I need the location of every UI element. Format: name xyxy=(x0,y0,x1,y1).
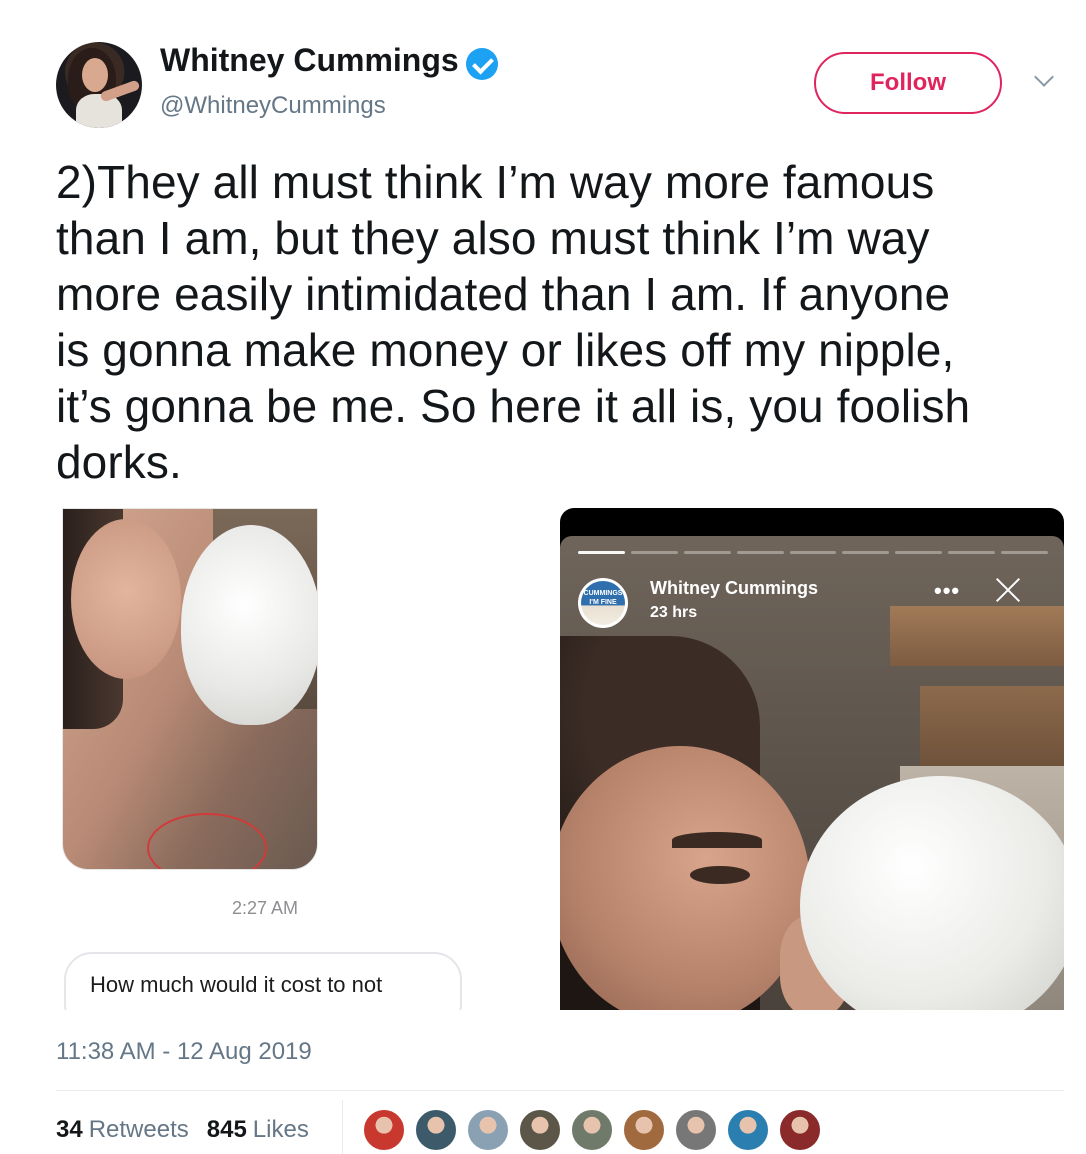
photo-white-mold xyxy=(181,525,317,725)
story-brow xyxy=(672,832,762,848)
story-eye xyxy=(690,866,750,884)
user-avatar[interactable] xyxy=(622,1108,666,1152)
author-avatar[interactable] xyxy=(56,42,142,128)
story-progress-segment xyxy=(895,551,943,554)
divider xyxy=(56,1090,1064,1091)
retweets-label[interactable]: Retweets xyxy=(89,1116,189,1144)
verified-badge-icon xyxy=(466,48,498,80)
media-left-message-screenshot[interactable]: 2:27 AM How much would it cost to not xyxy=(56,508,474,1010)
story-progress-segment xyxy=(948,551,996,554)
user-avatar[interactable] xyxy=(570,1108,614,1152)
story-progress-segment xyxy=(683,551,731,554)
user-avatar[interactable] xyxy=(414,1108,458,1152)
stats-separator xyxy=(342,1100,343,1154)
story-shelf xyxy=(890,606,1064,666)
follow-button[interactable]: Follow xyxy=(814,52,1002,114)
story-progress-segment xyxy=(630,551,678,554)
tweet-text: 2)They all must think I’m way more famou… xyxy=(56,156,971,488)
story-white-mold xyxy=(800,776,1064,1010)
tweet-header: Whitney Cummings @WhitneyCummings Follow xyxy=(0,0,1086,140)
more-options-icon[interactable]: ••• xyxy=(934,578,960,604)
user-avatar[interactable] xyxy=(466,1108,510,1152)
message-photo xyxy=(62,508,318,870)
user-avatar[interactable] xyxy=(726,1108,770,1152)
user-avatar[interactable] xyxy=(674,1108,718,1152)
santa-avatar[interactable] xyxy=(362,1108,406,1152)
red-circle-annotation xyxy=(147,813,267,869)
media-right-instagram-story[interactable]: CUMMINGS I'M FINE Whitney Cummings 23 hr… xyxy=(560,508,1064,1010)
likes-label[interactable]: Likes xyxy=(253,1116,309,1144)
story-username[interactable]: Whitney Cummings xyxy=(650,578,818,599)
user-avatar[interactable] xyxy=(518,1108,562,1152)
story-progress-segment xyxy=(736,551,784,554)
story-progress-bar xyxy=(578,551,1049,555)
story-progress-segment xyxy=(789,551,837,554)
retweets-count[interactable]: 34 xyxy=(56,1116,83,1144)
tweet-stats: 34 Retweets 845 Likes xyxy=(56,1114,327,1146)
avatar-shirt xyxy=(76,94,122,128)
story-time: 23 hrs xyxy=(650,604,698,621)
story-frame xyxy=(560,536,1064,1010)
message-timestamp: 2:27 AM xyxy=(231,898,299,918)
story-progress-segment xyxy=(1001,551,1049,554)
tweet-timestamp[interactable]: 11:38 AM - 12 Aug 2019 xyxy=(56,1038,312,1066)
story-shelf xyxy=(920,686,1064,776)
author-handle[interactable]: @WhitneyCummings xyxy=(160,92,386,120)
book-cover-icon: CUMMINGS I'M FINE xyxy=(581,581,625,625)
story-avatar[interactable]: CUMMINGS I'M FINE xyxy=(578,578,628,628)
story-progress-segment xyxy=(842,551,890,554)
story-face xyxy=(560,746,810,1010)
likes-count[interactable]: 845 xyxy=(207,1116,247,1144)
close-icon[interactable] xyxy=(994,576,1022,604)
chevron-down-icon[interactable] xyxy=(1034,70,1052,88)
avatar-face xyxy=(82,58,108,92)
story-progress-segment xyxy=(578,551,625,554)
message-bubble: How much would it cost to not xyxy=(64,952,462,1010)
photo-face xyxy=(71,519,181,679)
user-avatar[interactable] xyxy=(778,1108,822,1152)
author-name[interactable]: Whitney Cummings xyxy=(160,42,459,79)
